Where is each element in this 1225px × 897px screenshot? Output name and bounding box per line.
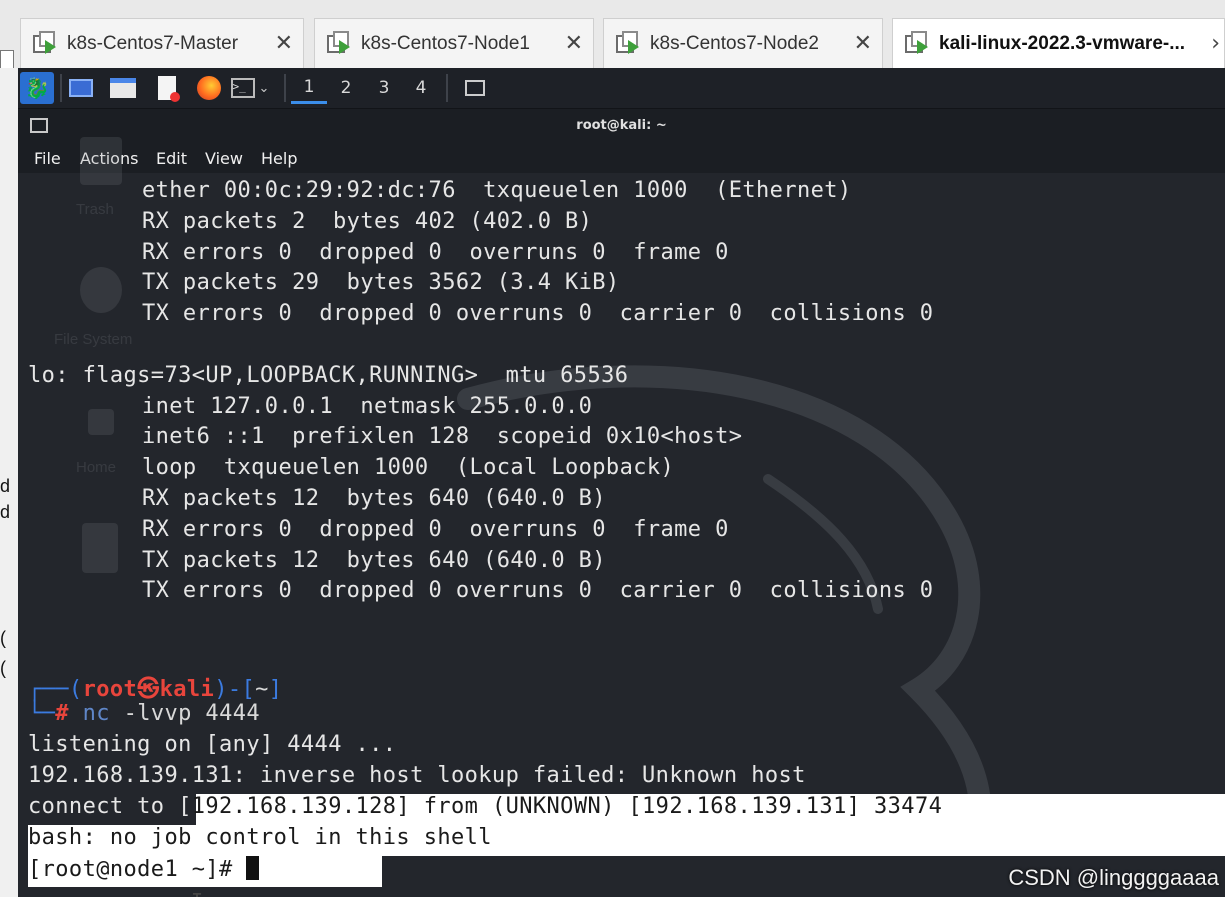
- command-line: └─# nc -lvvp 4444: [28, 701, 261, 726]
- vm-tab-node2[interactable]: k8s-Centos7-Node2 ✕: [603, 18, 883, 68]
- file-manager-icon[interactable]: [108, 72, 138, 104]
- watermark-text: CSDN @linggggaaaa: [1008, 865, 1219, 890]
- output-line: connect to [192.168.139.128] from (UNKNO…: [28, 794, 943, 819]
- output-line: ether 00:0c:29:92:dc:76 txqueuelen 1000 …: [142, 178, 852, 203]
- output-line: bash: no job control in this shell: [28, 825, 492, 850]
- vm-icon: [33, 30, 59, 57]
- output-line: RX packets 12 bytes 640 (640.0 B): [142, 486, 606, 511]
- menu-edit[interactable]: Edit: [156, 149, 187, 168]
- vm-tab-strip: k8s-Centos7-Master ✕ k8s-Centos7-Node1 ✕…: [0, 0, 1225, 80]
- chevron-right-icon[interactable]: ›: [1211, 31, 1220, 56]
- file-icon: [82, 523, 118, 573]
- output-line: 192.168.139.131: inverse host lookup fai…: [28, 763, 806, 788]
- text-editor-icon[interactable]: [152, 72, 182, 104]
- workspace-2[interactable]: 2: [328, 72, 364, 104]
- desktop-label: File System: [54, 331, 133, 348]
- menu-help[interactable]: Help: [261, 149, 297, 168]
- output-line: TX packets 12 bytes 640 (640.0 B): [142, 548, 606, 573]
- desktop-icon[interactable]: [66, 72, 96, 104]
- menu-file[interactable]: File: [34, 149, 61, 168]
- close-icon[interactable]: ✕: [275, 31, 293, 56]
- trash-icon: [80, 137, 122, 185]
- drive-icon: [80, 267, 122, 313]
- firefox-icon[interactable]: [194, 72, 224, 104]
- vm-tab-node1[interactable]: k8s-Centos7-Node1 ✕: [314, 18, 594, 68]
- vm-icon: [327, 30, 353, 57]
- vm-tab-label: k8s-Centos7-Node2: [650, 32, 819, 54]
- vm-icon: [616, 30, 642, 57]
- output-line: RX errors 0 dropped 0 overruns 0 frame 0: [142, 517, 729, 542]
- workspace-1[interactable]: 1: [291, 72, 327, 104]
- desktop-label: Home: [76, 459, 117, 476]
- vm-tab-label: k8s-Centos7-Master: [67, 32, 239, 54]
- close-icon[interactable]: ✕: [854, 31, 872, 56]
- host-glyph: (: [0, 628, 6, 648]
- chevron-down-icon[interactable]: ⌄: [259, 81, 270, 96]
- output-line: RX errors 0 dropped 0 overruns 0 frame 0: [142, 240, 729, 265]
- output-line: listening on [any] 4444 ...: [28, 732, 397, 757]
- shell-prompt: ┌──(root㉿kali)-[~]: [28, 677, 283, 702]
- output-line: TX errors 0 dropped 0 overruns 0 carrier…: [142, 578, 934, 603]
- text-cursor: [246, 856, 260, 880]
- terminal-menubar: File Actions Edit View Help: [18, 145, 1225, 173]
- remote-shell-prompt[interactable]: [root@node1 ~]#: [28, 856, 260, 882]
- output-line: RX packets 2 bytes 402 (402.0 B): [142, 209, 593, 234]
- vm-tab-label: kali-linux-2022.3-vmware-...: [939, 32, 1186, 54]
- output-line: loop txqueuelen 1000 (Local Loopback): [142, 455, 675, 480]
- terminal-titlebar: root@kali: ~: [18, 109, 1225, 145]
- close-icon[interactable]: ✕: [565, 31, 583, 56]
- kali-top-panel: 🐉 >_ ⌄ 1 2 3 4: [18, 68, 1225, 109]
- output-line: lo: flags=73<UP,LOOPBACK,RUNNING> mtu 65…: [28, 363, 629, 388]
- vm-tab-label: k8s-Centos7-Node1: [361, 32, 530, 54]
- desktop-label: Trash: [76, 201, 114, 218]
- mouse-ibeam-icon: I: [191, 889, 203, 897]
- workspace-3[interactable]: 3: [366, 72, 402, 104]
- kali-menu-icon[interactable]: 🐉: [20, 72, 54, 104]
- vm-tab-kali[interactable]: kali-linux-2022.3-vmware-... ›: [892, 18, 1225, 68]
- window-button-icon[interactable]: [458, 72, 492, 104]
- host-left-strip: d d ( (: [0, 68, 19, 897]
- home-icon: [88, 409, 114, 435]
- output-line: inet6 ::1 prefixlen 128 scopeid 0x10<hos…: [142, 424, 743, 449]
- output-line: inet 127.0.0.1 netmask 255.0.0.0: [142, 394, 593, 419]
- output-line: TX errors 0 dropped 0 overruns 0 carrier…: [142, 301, 934, 326]
- terminal-title: root@kali: ~: [576, 118, 667, 133]
- host-glyph: (: [0, 658, 6, 678]
- host-glyph: d: [0, 502, 11, 522]
- terminal-icon[interactable]: >_ ⌄: [228, 72, 272, 104]
- host-glyph: d: [0, 476, 11, 496]
- vm-icon: [905, 30, 931, 57]
- terminal-window[interactable]: root@kali: ~ File Actions Edit View Help…: [18, 109, 1225, 897]
- vm-tab-master[interactable]: k8s-Centos7-Master ✕: [20, 18, 304, 68]
- menu-view[interactable]: View: [205, 149, 243, 168]
- output-line: TX packets 29 bytes 3562 (3.4 KiB): [142, 270, 620, 295]
- workspace-4[interactable]: 4: [403, 72, 439, 104]
